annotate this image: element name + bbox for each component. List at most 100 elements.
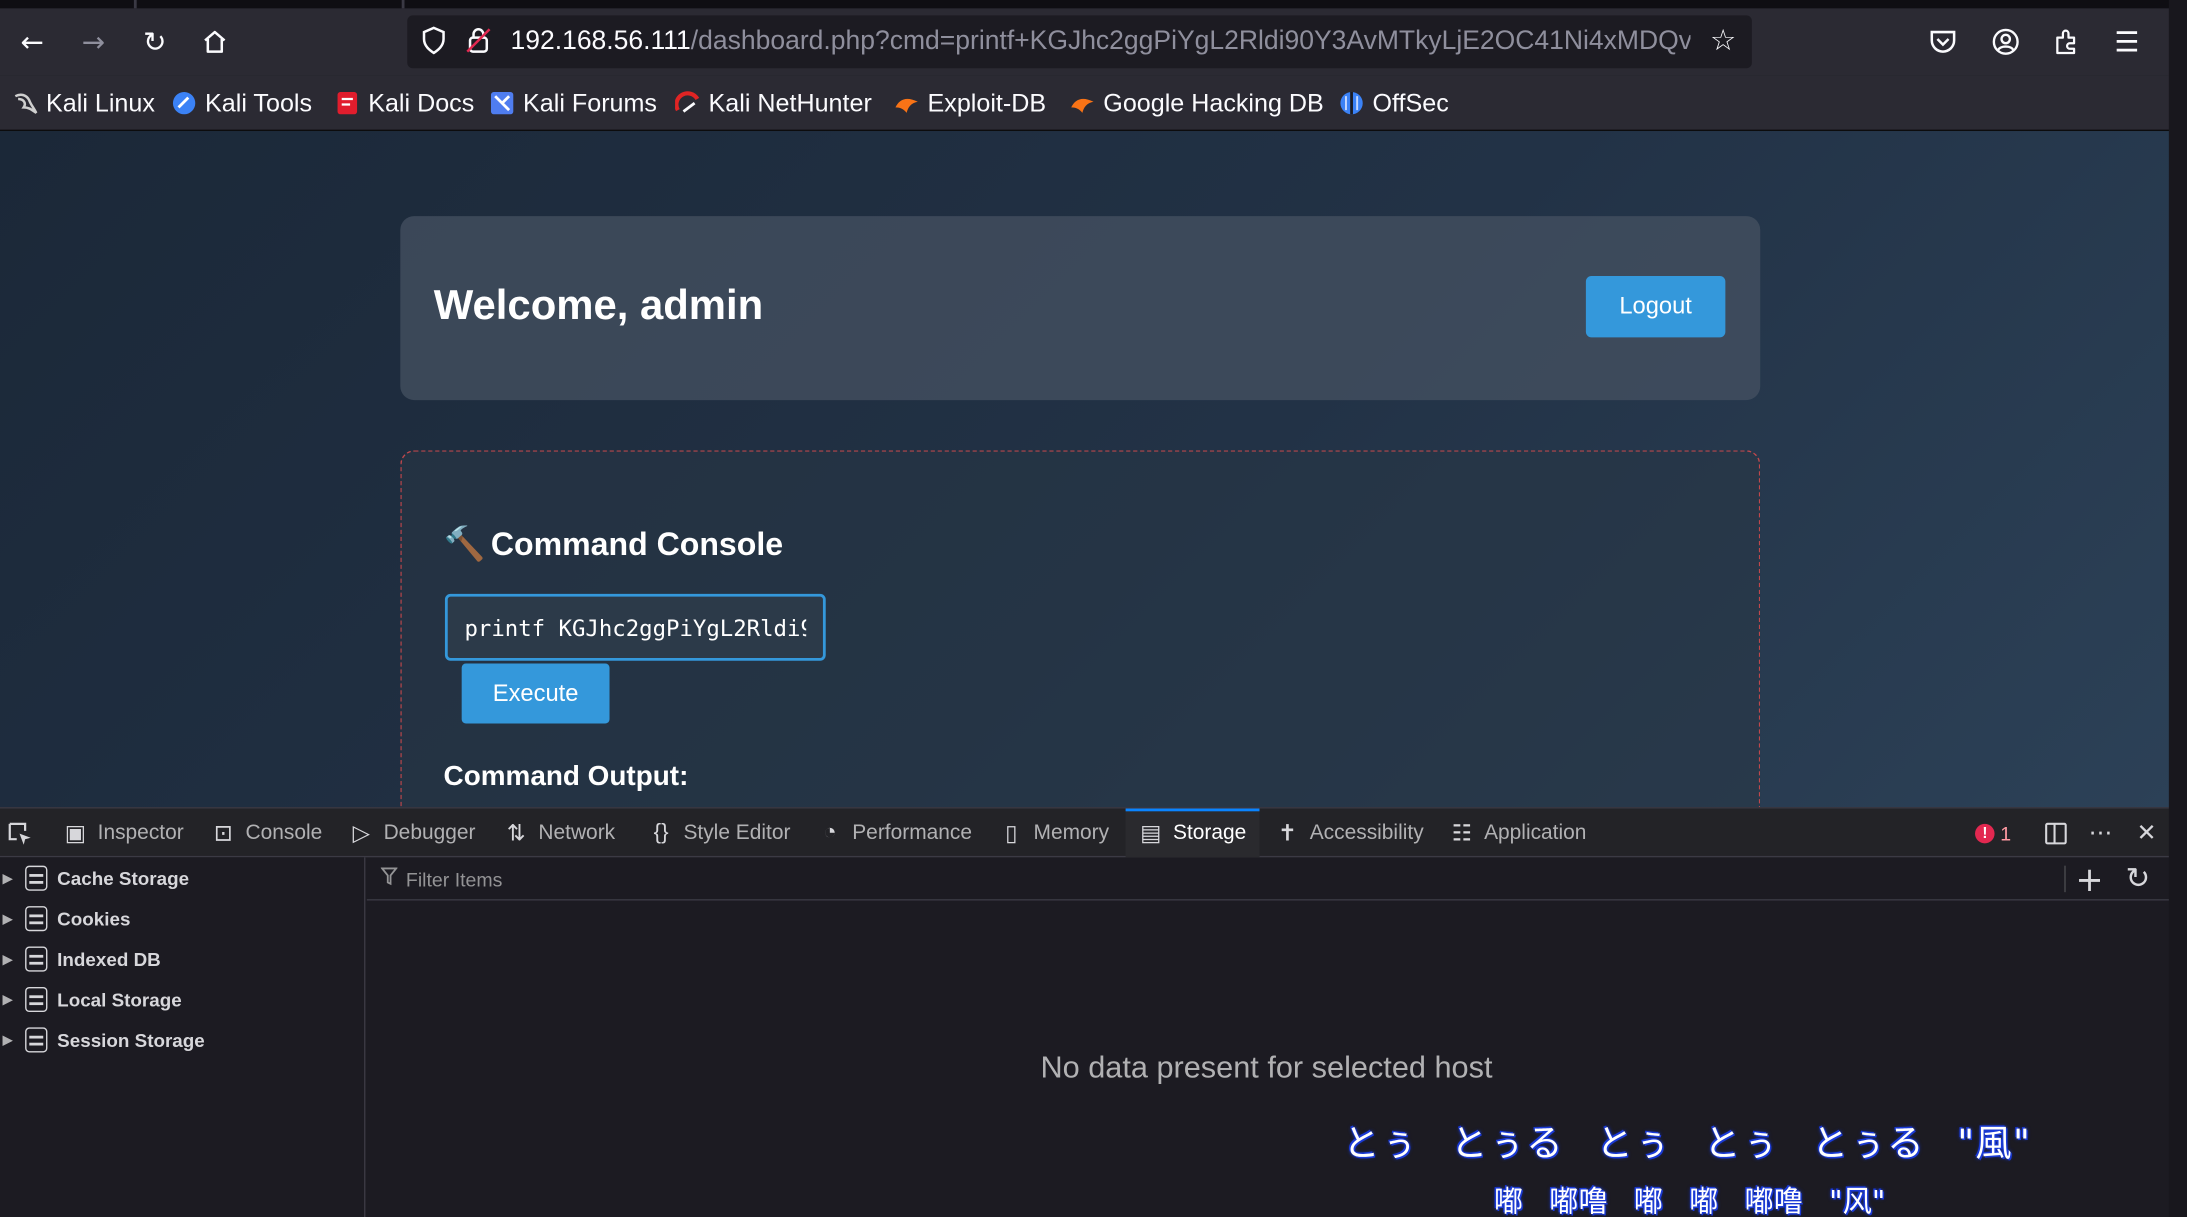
tree-item-label: Indexed DB — [57, 948, 161, 970]
bookmark-exploit-db[interactable]: Exploit-DB — [894, 86, 1046, 119]
expand-triangle-icon[interactable]: ▶ — [3, 911, 17, 926]
devtools-toolbar: ▣ Inspector ⊡ Console ▷ Debugger ⇅ Network {… — [0, 808, 2169, 858]
welcome-heading: Welcome, admin — [433, 282, 764, 329]
application-icon: ☷ — [1451, 821, 1472, 846]
hammer-wrench-icon: 🔨 — [443, 525, 486, 564]
tab-strip — [0, 0, 2169, 9]
tree-item-label: Local Storage — [57, 989, 182, 1010]
tree-item-label: Cache Storage — [57, 867, 190, 889]
bookmark-label: Exploit-DB — [927, 88, 1047, 117]
tab-network[interactable]: ⇅ Network — [504, 809, 627, 858]
tree-item-cookies[interactable]: ▶ Cookies — [0, 899, 365, 938]
memory-icon: ▯ — [1005, 821, 1018, 846]
element-picker-icon[interactable] — [6, 809, 42, 858]
bookmark-label: Kali Forums — [523, 88, 657, 117]
toolbar-divider — [2064, 865, 2066, 893]
accessibility-icon: ✝ — [1278, 821, 1297, 846]
subtitle-line-2: 嘟 嘟噜 嘟 嘟 嘟噜 "风" — [1493, 1184, 1886, 1217]
bookmark-kali-nethunter[interactable]: Kali NetHunter — [674, 86, 872, 119]
storage-main-pane: + ↻ No data present for selected host とぅ… — [366, 857, 2169, 1217]
bookmark-label: Google Hacking DB — [1103, 88, 1324, 117]
tab-inspector[interactable]: ▣ Inspector — [63, 809, 195, 858]
navigation-toolbar: ← → ↻ 192.168.56.111/dashboard.php?cmd=p… — [0, 8, 2169, 76]
refresh-icon[interactable]: ↻ — [2126, 861, 2151, 894]
error-count-badge[interactable]: ! 1 — [1972, 809, 2014, 858]
bookmark-label: OffSec — [1372, 88, 1449, 117]
tab-label: Performance — [852, 821, 973, 845]
storage-icon: ▤ — [1140, 821, 1162, 846]
bookmark-google-hacking-db[interactable]: Google Hacking DB — [1070, 86, 1324, 119]
reload-icon[interactable]: ↻ — [135, 22, 174, 61]
database-icon — [25, 865, 48, 891]
forward-arrow-icon[interactable]: → — [74, 22, 113, 61]
tab-application[interactable]: ☷ Application — [1449, 809, 1597, 858]
tab-performance[interactable]: ◔ Performance — [817, 809, 983, 858]
console-title-text: Command Console — [490, 525, 784, 562]
filter-bar: + ↻ — [366, 857, 2169, 901]
debugger-icon: ▷ — [352, 821, 370, 846]
tab-label: Console — [245, 821, 323, 845]
tree-item-cache-storage[interactable]: ▶ Cache Storage — [0, 859, 365, 898]
expand-triangle-icon[interactable]: ▶ — [3, 1032, 17, 1047]
dock-side-icon[interactable] — [2039, 809, 2072, 858]
tree-item-session-storage[interactable]: ▶ Session Storage — [0, 1020, 365, 1059]
empty-state-message: No data present for selected host — [1040, 1049, 1493, 1085]
tab-memory[interactable]: ▯ Memory — [999, 809, 1121, 858]
url-bar[interactable]: 192.168.56.111/dashboard.php?cmd=printf+… — [407, 15, 1752, 69]
more-options-icon[interactable]: ⋯ — [2084, 809, 2117, 858]
insecure-lock-icon[interactable] — [466, 26, 491, 61]
account-icon[interactable] — [1986, 22, 2025, 61]
style-editor-icon: {} — [653, 820, 669, 845]
expand-triangle-icon[interactable]: ▶ — [3, 951, 17, 966]
back-arrow-icon[interactable]: ← — [13, 22, 52, 61]
logout-button[interactable]: Logout — [1585, 276, 1726, 338]
tab-label: Inspector — [97, 821, 184, 845]
tracking-shield-icon[interactable] — [421, 26, 446, 61]
pocket-icon[interactable] — [1923, 22, 1962, 61]
tree-item-local-storage[interactable]: ▶ Local Storage — [0, 980, 365, 1019]
hamburger-menu-icon[interactable]: ☰ — [2108, 22, 2147, 61]
subtitle-line-1: とぅ とぅる とぅ とぅ とぅる "風" — [1343, 1123, 2032, 1166]
kali-tools-icon — [172, 91, 197, 116]
command-input[interactable] — [444, 593, 826, 661]
exploit-db-icon — [894, 91, 919, 116]
url-path: /dashboard.php?cmd=printf+KGJhc2ggPiYgL2… — [690, 26, 1691, 56]
expand-triangle-icon[interactable]: ▶ — [3, 871, 17, 886]
bookmark-kali-forums[interactable]: Kali Forums — [490, 86, 657, 119]
console-icon: ⊡ — [213, 821, 233, 846]
tab-label: Style Editor — [683, 821, 791, 845]
bookmark-kali-docs[interactable]: Kali Docs — [335, 86, 474, 119]
home-icon[interactable] — [195, 22, 234, 61]
tab-debugger[interactable]: ▷ Debugger — [349, 809, 487, 858]
database-icon — [25, 986, 48, 1013]
database-icon — [25, 1027, 48, 1053]
tab-style-editor[interactable]: {} Style Editor — [649, 809, 802, 858]
tab-label: Network — [538, 821, 616, 845]
kali-docs-icon — [335, 91, 360, 116]
bookmark-offsec[interactable]: OffSec — [1339, 86, 1449, 119]
close-icon[interactable]: ✕ — [2130, 809, 2163, 858]
tab-label: Memory — [1033, 821, 1110, 845]
screen: ← → ↻ 192.168.56.111/dashboard.php?cmd=p… — [0, 0, 2187, 1217]
bookmark-star-icon[interactable]: ☆ — [1710, 24, 1736, 57]
offsec-icon — [1339, 91, 1364, 116]
tab-divider — [401, 0, 405, 9]
expand-triangle-icon[interactable]: ▶ — [3, 992, 17, 1007]
add-item-icon[interactable]: + — [2075, 860, 2103, 899]
kali-forums-icon — [490, 91, 515, 116]
tree-item-indexed-db[interactable]: ▶ Indexed DB — [0, 940, 365, 979]
tab-label: Storage — [1173, 821, 1247, 845]
tab-storage[interactable]: ▤ Storage — [1125, 808, 1260, 858]
tab-accessibility[interactable]: ✝ Accessibility — [1275, 809, 1435, 858]
url-text[interactable]: 192.168.56.111/dashboard.php?cmd=printf+… — [510, 26, 1690, 57]
execute-button[interactable]: Execute — [461, 663, 610, 724]
tab-label: Application — [1484, 821, 1587, 845]
performance-icon: ◔ — [823, 820, 837, 845]
error-count: 1 — [2000, 821, 2012, 845]
tab-console[interactable]: ⊡ Console — [211, 809, 334, 858]
bookmark-kali-tools[interactable]: Kali Tools — [172, 86, 312, 119]
error-icon: ! — [1975, 823, 1995, 843]
extensions-icon[interactable] — [2048, 22, 2087, 61]
filter-items-input[interactable] — [380, 865, 1218, 894]
bookmark-kali-linux[interactable]: Kali Linux — [13, 86, 155, 119]
